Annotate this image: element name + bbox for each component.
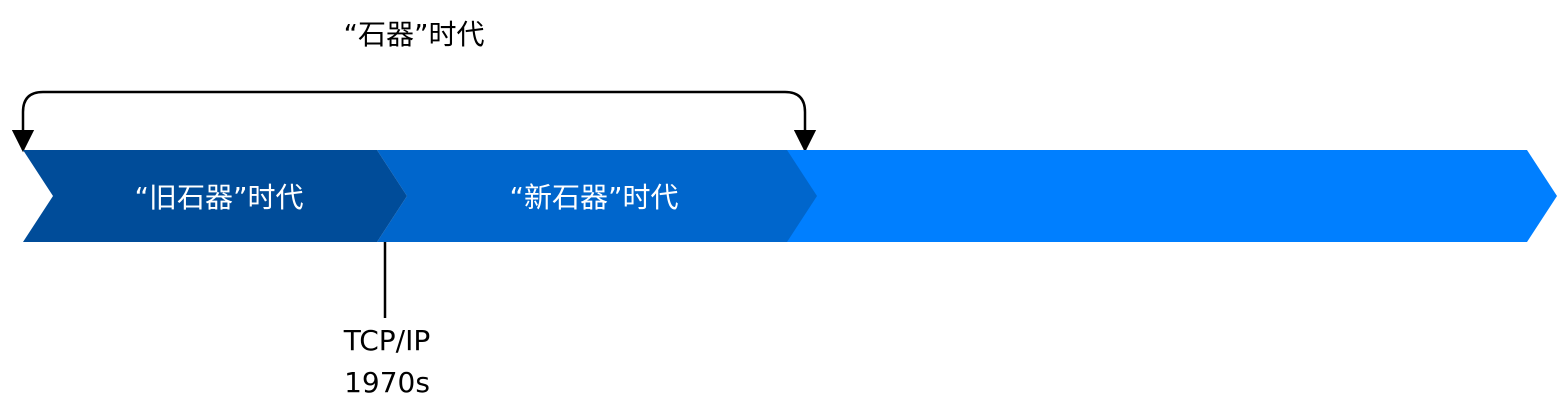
- timeline-diagram: “石器”时代 “旧石器”时代 “新石器”时代 TCP/IP 1970s: [11, 18, 1557, 399]
- timeline-segment-future: [782, 150, 1557, 242]
- segment-label-paleolithic: “旧石器”时代: [134, 181, 303, 214]
- top-span-label: “石器”时代: [343, 18, 484, 51]
- milestone-label-protocol: TCP/IP: [343, 324, 430, 357]
- segment-label-neolithic: “新石器”时代: [509, 181, 678, 214]
- span-bracket-connector: [11, 90, 817, 153]
- milestone-label-date: 1970s: [344, 366, 430, 399]
